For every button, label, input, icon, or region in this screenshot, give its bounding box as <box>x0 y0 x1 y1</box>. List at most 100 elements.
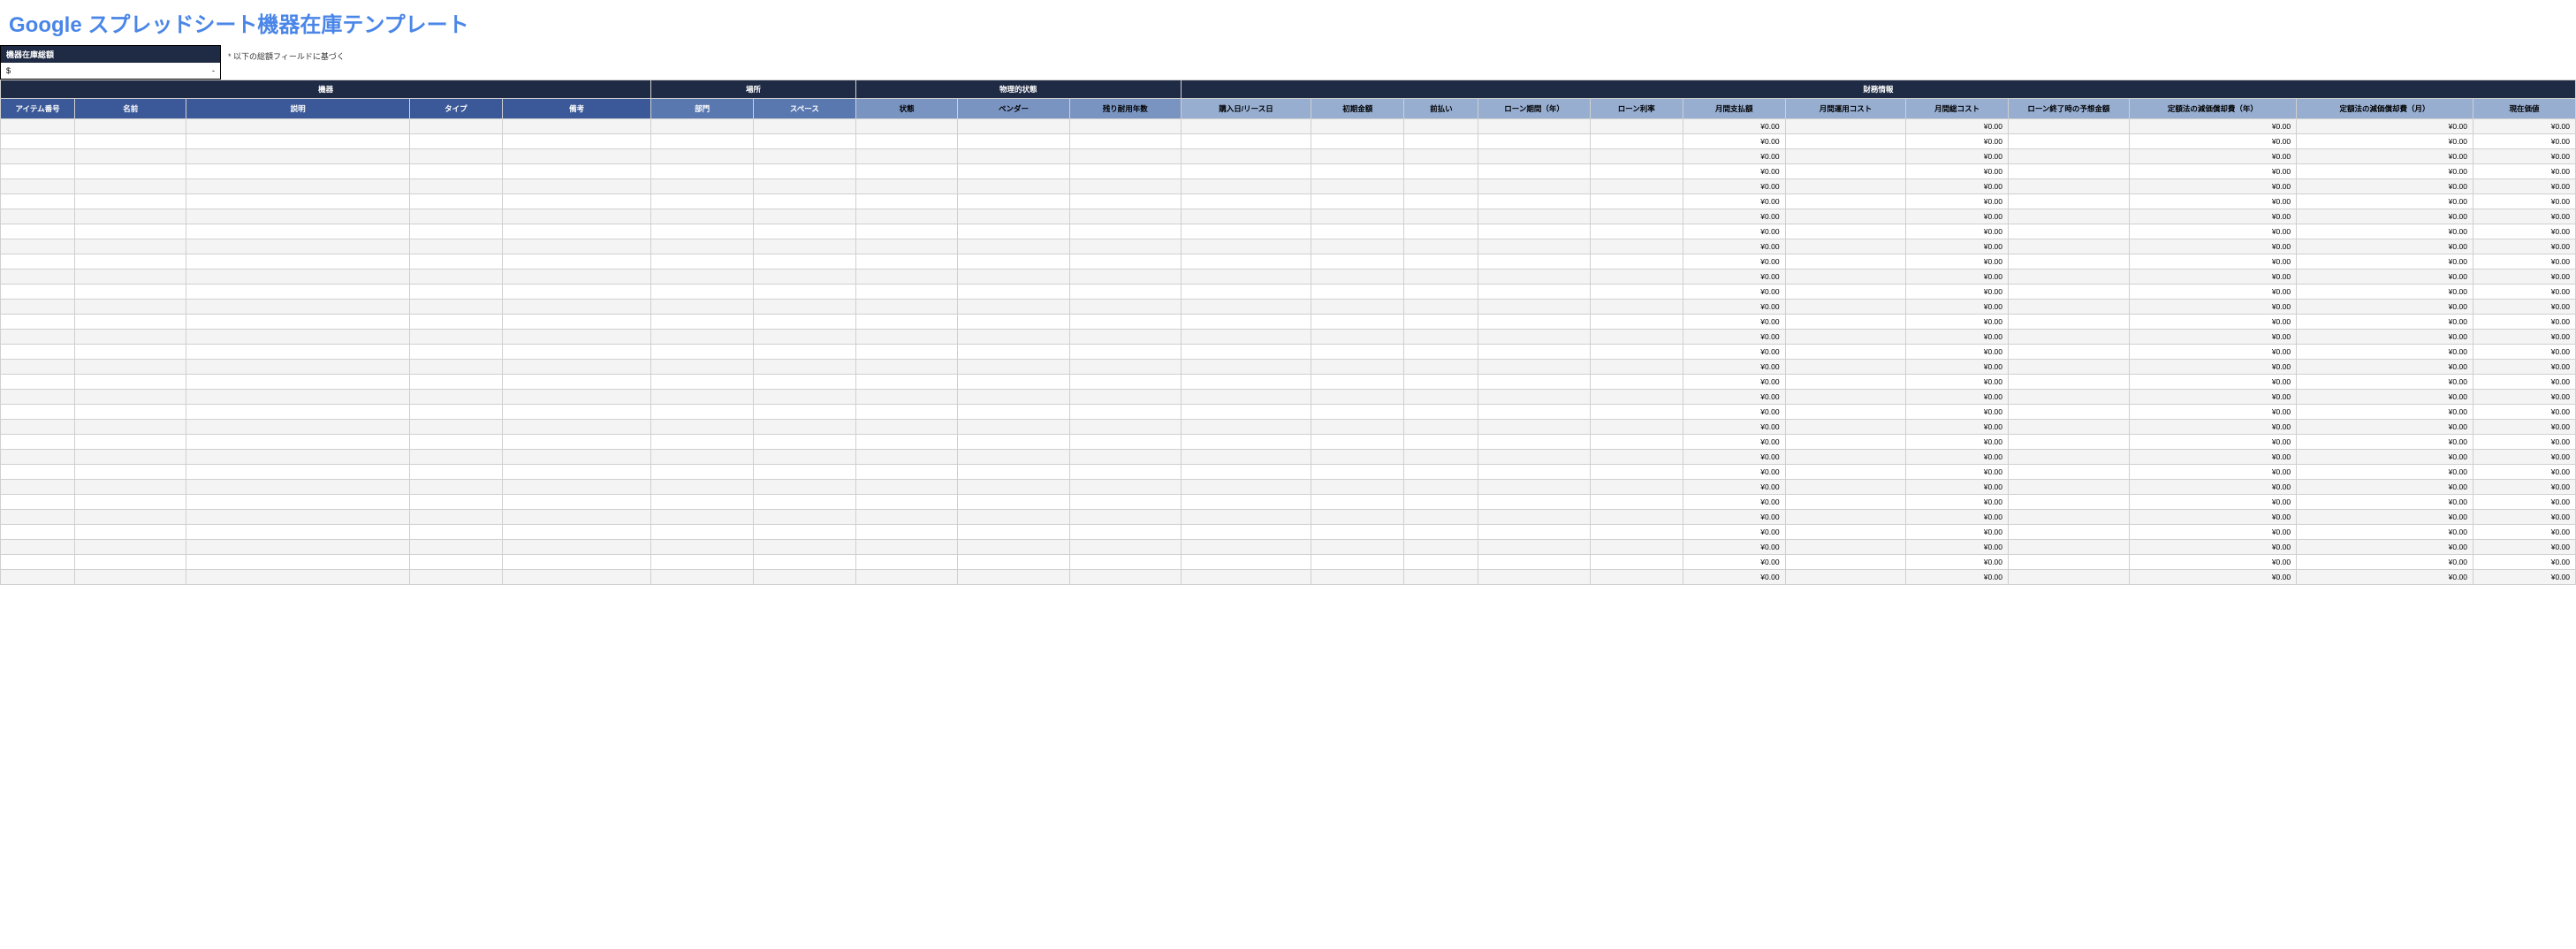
col-space[interactable]: スペース <box>754 99 856 119</box>
cell-item_no[interactable] <box>1 194 75 209</box>
cell-monthly_total[interactable]: ¥0.00 <box>1906 510 2009 525</box>
cell-space[interactable] <box>754 495 856 510</box>
cell-eol_expected[interactable] <box>2009 239 2130 254</box>
cell-vendor[interactable] <box>958 540 1069 555</box>
cell-name[interactable] <box>75 149 186 164</box>
cell-status[interactable] <box>855 450 958 465</box>
cell-item_no[interactable] <box>1 405 75 420</box>
cell-name[interactable] <box>75 450 186 465</box>
col-remaining-life[interactable]: 残り耐用年数 <box>1069 99 1181 119</box>
cell-notes[interactable] <box>503 224 651 239</box>
cell-item_no[interactable] <box>1 254 75 270</box>
table-row[interactable]: ¥0.00¥0.00¥0.00¥0.00¥0.00 <box>1 239 2576 254</box>
cell-type[interactable] <box>409 179 502 194</box>
cell-current_value[interactable]: ¥0.00 <box>2473 254 2575 270</box>
cell-monthly_dep[interactable]: ¥0.00 <box>2297 450 2473 465</box>
cell-description[interactable] <box>186 555 409 570</box>
cell-down_payment[interactable] <box>1404 300 1478 315</box>
cell-item_no[interactable] <box>1 209 75 224</box>
cell-vendor[interactable] <box>958 465 1069 480</box>
cell-type[interactable] <box>409 525 502 540</box>
cell-space[interactable] <box>754 224 856 239</box>
cell-monthly_op[interactable] <box>1785 495 1906 510</box>
cell-current_value[interactable]: ¥0.00 <box>2473 495 2575 510</box>
cell-initial_cost[interactable] <box>1311 375 1404 390</box>
cell-loan_rate[interactable] <box>1590 390 1683 405</box>
cell-name[interactable] <box>75 420 186 435</box>
col-purchase-date[interactable]: 購入日/リース日 <box>1181 99 1311 119</box>
cell-item_no[interactable] <box>1 375 75 390</box>
cell-monthly_total[interactable]: ¥0.00 <box>1906 239 2009 254</box>
cell-monthly_payment[interactable]: ¥0.00 <box>1683 555 1785 570</box>
cell-eol_expected[interactable] <box>2009 194 2130 209</box>
cell-type[interactable] <box>409 345 502 360</box>
cell-item_no[interactable] <box>1 570 75 585</box>
cell-item_no[interactable] <box>1 164 75 179</box>
cell-department[interactable] <box>651 420 754 435</box>
cell-monthly_total[interactable]: ¥0.00 <box>1906 315 2009 330</box>
cell-type[interactable] <box>409 224 502 239</box>
col-description[interactable]: 説明 <box>186 99 409 119</box>
cell-name[interactable] <box>75 360 186 375</box>
cell-status[interactable] <box>855 375 958 390</box>
cell-vendor[interactable] <box>958 345 1069 360</box>
cell-vendor[interactable] <box>958 360 1069 375</box>
cell-monthly_payment[interactable]: ¥0.00 <box>1683 254 1785 270</box>
cell-monthly_dep[interactable]: ¥0.00 <box>2297 209 2473 224</box>
cell-space[interactable] <box>754 540 856 555</box>
cell-item_no[interactable] <box>1 465 75 480</box>
cell-status[interactable] <box>855 300 958 315</box>
cell-monthly_op[interactable] <box>1785 164 1906 179</box>
table-row[interactable]: ¥0.00¥0.00¥0.00¥0.00¥0.00 <box>1 570 2576 585</box>
cell-status[interactable] <box>855 435 958 450</box>
inventory-table[interactable]: 機器 場所 物理的状態 財務情報 アイテム番号 名前 説明 タイプ 備考 部門 … <box>0 80 2576 585</box>
cell-vendor[interactable] <box>958 330 1069 345</box>
cell-monthly_dep[interactable]: ¥0.00 <box>2297 119 2473 134</box>
cell-initial_cost[interactable] <box>1311 254 1404 270</box>
cell-eol_expected[interactable] <box>2009 179 2130 194</box>
cell-eol_expected[interactable] <box>2009 164 2130 179</box>
cell-purchase_date[interactable] <box>1181 540 1311 555</box>
cell-eol_expected[interactable] <box>2009 540 2130 555</box>
cell-loan_rate[interactable] <box>1590 164 1683 179</box>
cell-monthly_dep[interactable]: ¥0.00 <box>2297 525 2473 540</box>
cell-loan_term[interactable] <box>1478 435 1590 450</box>
cell-monthly_total[interactable]: ¥0.00 <box>1906 525 2009 540</box>
cell-remaining_life[interactable] <box>1069 420 1181 435</box>
table-row[interactable]: ¥0.00¥0.00¥0.00¥0.00¥0.00 <box>1 375 2576 390</box>
cell-remaining_life[interactable] <box>1069 239 1181 254</box>
cell-down_payment[interactable] <box>1404 270 1478 285</box>
cell-department[interactable] <box>651 330 754 345</box>
cell-loan_rate[interactable] <box>1590 330 1683 345</box>
cell-loan_rate[interactable] <box>1590 510 1683 525</box>
cell-purchase_date[interactable] <box>1181 480 1311 495</box>
cell-loan_rate[interactable] <box>1590 450 1683 465</box>
cell-purchase_date[interactable] <box>1181 510 1311 525</box>
cell-current_value[interactable]: ¥0.00 <box>2473 480 2575 495</box>
cell-loan_rate[interactable] <box>1590 435 1683 450</box>
cell-eol_expected[interactable] <box>2009 119 2130 134</box>
cell-current_value[interactable]: ¥0.00 <box>2473 465 2575 480</box>
cell-annual_dep[interactable]: ¥0.00 <box>2129 149 2296 164</box>
cell-remaining_life[interactable] <box>1069 285 1181 300</box>
cell-loan_rate[interactable] <box>1590 480 1683 495</box>
cell-eol_expected[interactable] <box>2009 495 2130 510</box>
cell-monthly_dep[interactable]: ¥0.00 <box>2297 540 2473 555</box>
cell-monthly_total[interactable]: ¥0.00 <box>1906 555 2009 570</box>
cell-loan_rate[interactable] <box>1590 254 1683 270</box>
cell-space[interactable] <box>754 179 856 194</box>
cell-annual_dep[interactable]: ¥0.00 <box>2129 465 2296 480</box>
cell-monthly_payment[interactable]: ¥0.00 <box>1683 134 1785 149</box>
cell-status[interactable] <box>855 420 958 435</box>
cell-monthly_total[interactable]: ¥0.00 <box>1906 465 2009 480</box>
cell-annual_dep[interactable]: ¥0.00 <box>2129 480 2296 495</box>
cell-remaining_life[interactable] <box>1069 134 1181 149</box>
cell-remaining_life[interactable] <box>1069 570 1181 585</box>
cell-initial_cost[interactable] <box>1311 239 1404 254</box>
cell-department[interactable] <box>651 405 754 420</box>
cell-current_value[interactable]: ¥0.00 <box>2473 405 2575 420</box>
cell-down_payment[interactable] <box>1404 465 1478 480</box>
cell-description[interactable] <box>186 330 409 345</box>
cell-down_payment[interactable] <box>1404 239 1478 254</box>
cell-notes[interactable] <box>503 119 651 134</box>
